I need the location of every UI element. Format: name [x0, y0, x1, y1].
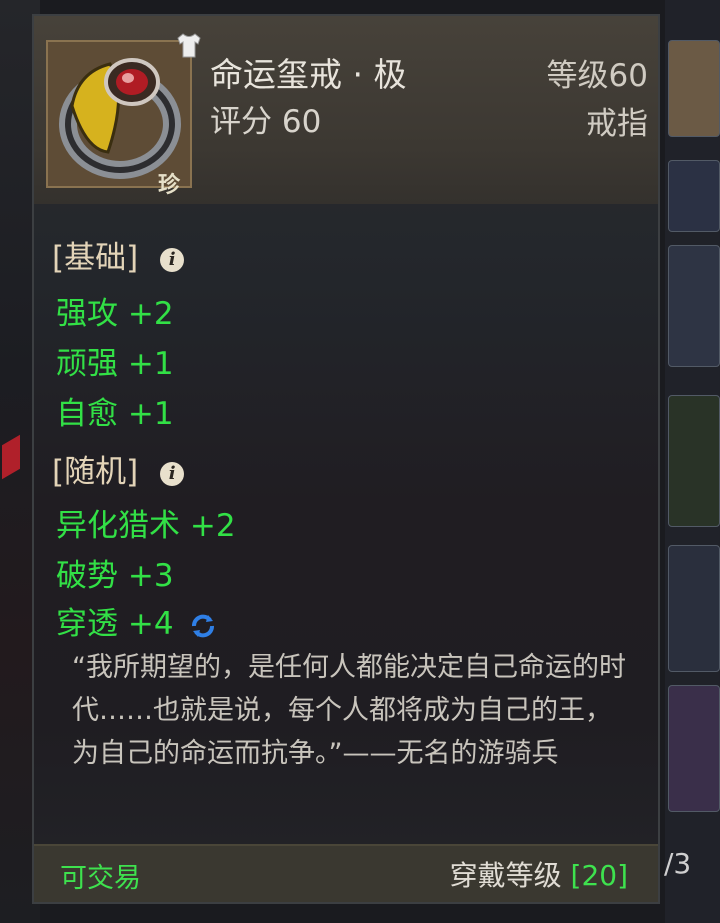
random-stat-row: 穿透 +4 [56, 598, 218, 643]
inventory-slot[interactable] [668, 245, 720, 367]
section-base-label: [基础] [52, 240, 139, 276]
base-stat: 自愈 +1 [56, 396, 174, 432]
item-level: 等级60 [546, 58, 648, 94]
inventory-strip [665, 0, 720, 923]
wear-level: 穿戴等级 [20] [450, 854, 628, 894]
item-icon-frame: 珍 [46, 40, 192, 198]
rarity-tag: 珍 [158, 173, 181, 198]
random-stat: 穿透 +4 [56, 606, 174, 642]
tradable-label: 可交易 [60, 863, 141, 894]
random-stat: 异化猎术 +2 [56, 508, 236, 544]
inventory-slot[interactable] [668, 395, 720, 527]
wear-level-label: 穿戴等级 [449, 859, 562, 892]
shirt-icon [174, 30, 204, 60]
side-count: /3 [664, 847, 692, 880]
flavor-text: “我所期望的，是任何人都能决定自己命运的时代……也就是说，每个人都将成为自己的王… [72, 652, 626, 769]
section-random: [随机] i [52, 446, 185, 491]
section-random-label: [随机] [52, 454, 139, 490]
item-score: 评分 60 [210, 104, 322, 140]
item-slot-type: 戒指 [586, 106, 648, 142]
random-stat: 破势 +3 [56, 558, 174, 594]
item-name: 命运玺戒 · 极 [210, 55, 407, 94]
info-icon[interactable]: i [160, 461, 185, 486]
tooltip-footer: 可交易 穿戴等级 [20] [34, 844, 658, 902]
ring-icon [48, 42, 190, 186]
base-stat: 顽强 +1 [56, 346, 174, 382]
info-icon[interactable]: i [160, 247, 185, 272]
reroll-icon[interactable] [188, 611, 218, 641]
wear-level-value: [20] [570, 859, 628, 892]
base-stat: 强攻 +2 [56, 296, 174, 332]
tooltip-header: 珍 命运玺戒 · 极 评分 60 等级60 戒指 [34, 16, 658, 204]
item-tooltip: 珍 命运玺戒 · 极 评分 60 等级60 戒指 [基础] i 强攻 +2 顽强 … [32, 14, 660, 904]
inventory-slot[interactable] [668, 40, 720, 137]
inventory-slot[interactable] [668, 685, 720, 812]
section-base: [基础] i [52, 232, 185, 277]
inventory-slot[interactable] [668, 545, 720, 672]
inventory-slot[interactable] [668, 160, 720, 232]
